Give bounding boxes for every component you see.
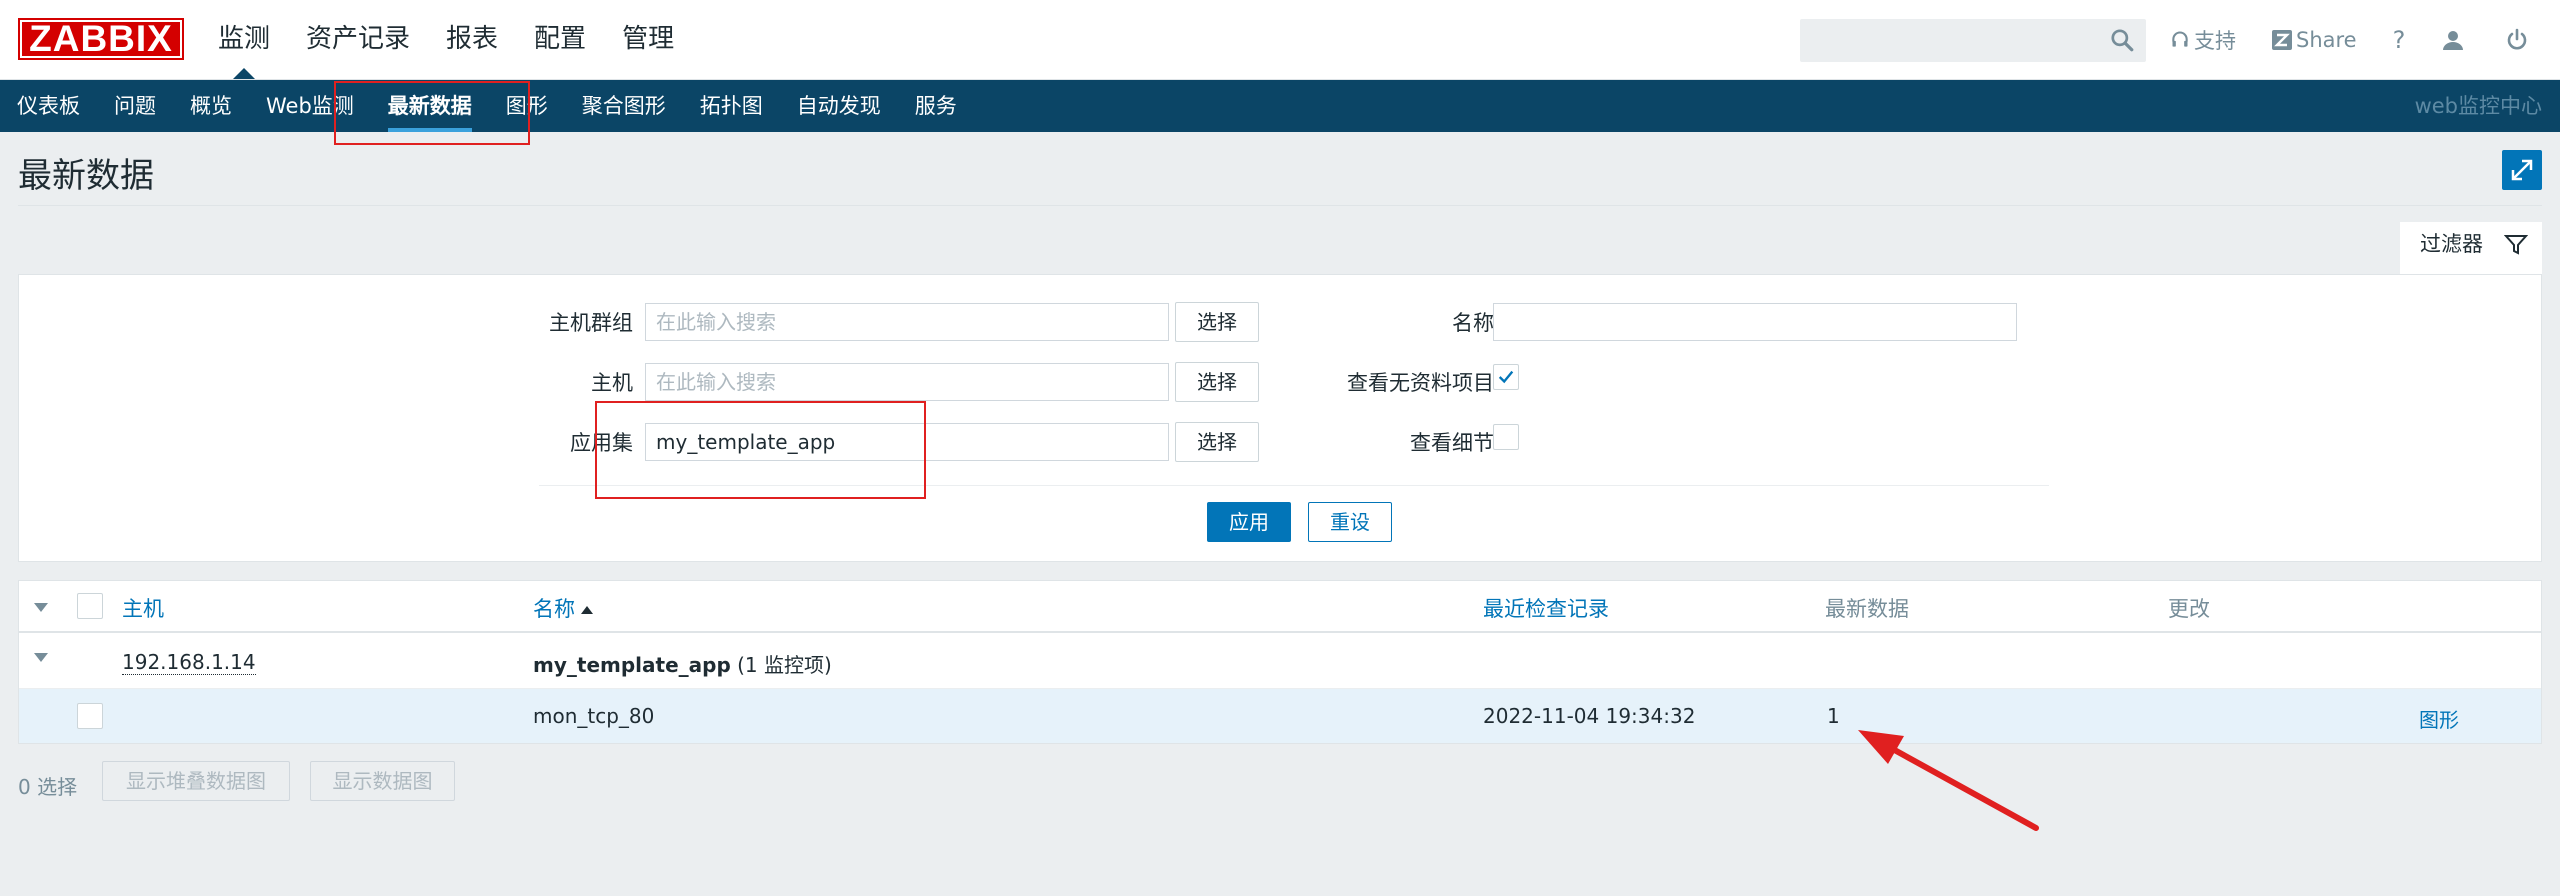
annotation-arrow [1858, 730, 2039, 831]
